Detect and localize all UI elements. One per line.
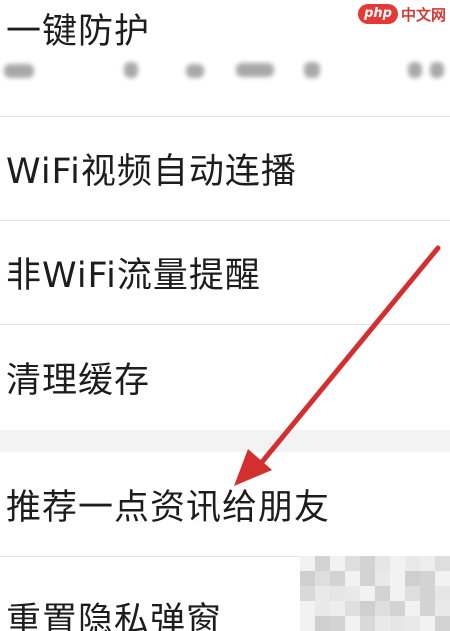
watermark-site-text: 中文网 <box>400 5 446 24</box>
settings-item-data-reminder[interactable]: 非WiFi流量提醒 <box>0 221 450 324</box>
settings-item-label: 推荐一点资讯给朋友 <box>6 487 331 528</box>
settings-item-label: 清理缓存 <box>6 361 151 401</box>
settings-item-label: 一键防护 <box>6 11 151 52</box>
settings-item-label: WiFi视频自动连播 <box>6 152 297 192</box>
settings-item-wifi-autoplay[interactable]: WiFi视频自动连播 <box>0 117 450 220</box>
watermark: php 中文网 <box>358 2 446 26</box>
settings-item-label: 重置隐私弹窗 <box>6 600 223 631</box>
settings-item-clear-cache[interactable]: 清理缓存 <box>0 325 450 430</box>
section-separator <box>0 430 450 452</box>
mosaic-censored-area <box>300 556 450 631</box>
settings-screen: 一键防护 WiFi视频自动连播 非WiFi流量提醒 清理缓存 推荐一点资讯给朋友… <box>0 0 450 631</box>
settings-item-label: 非WiFi流量提醒 <box>6 256 261 296</box>
php-logo-icon: php <box>358 4 398 24</box>
settings-item-recommend-to-friends[interactable]: 推荐一点资讯给朋友 <box>0 452 450 556</box>
blurred-subtitle <box>0 56 450 86</box>
